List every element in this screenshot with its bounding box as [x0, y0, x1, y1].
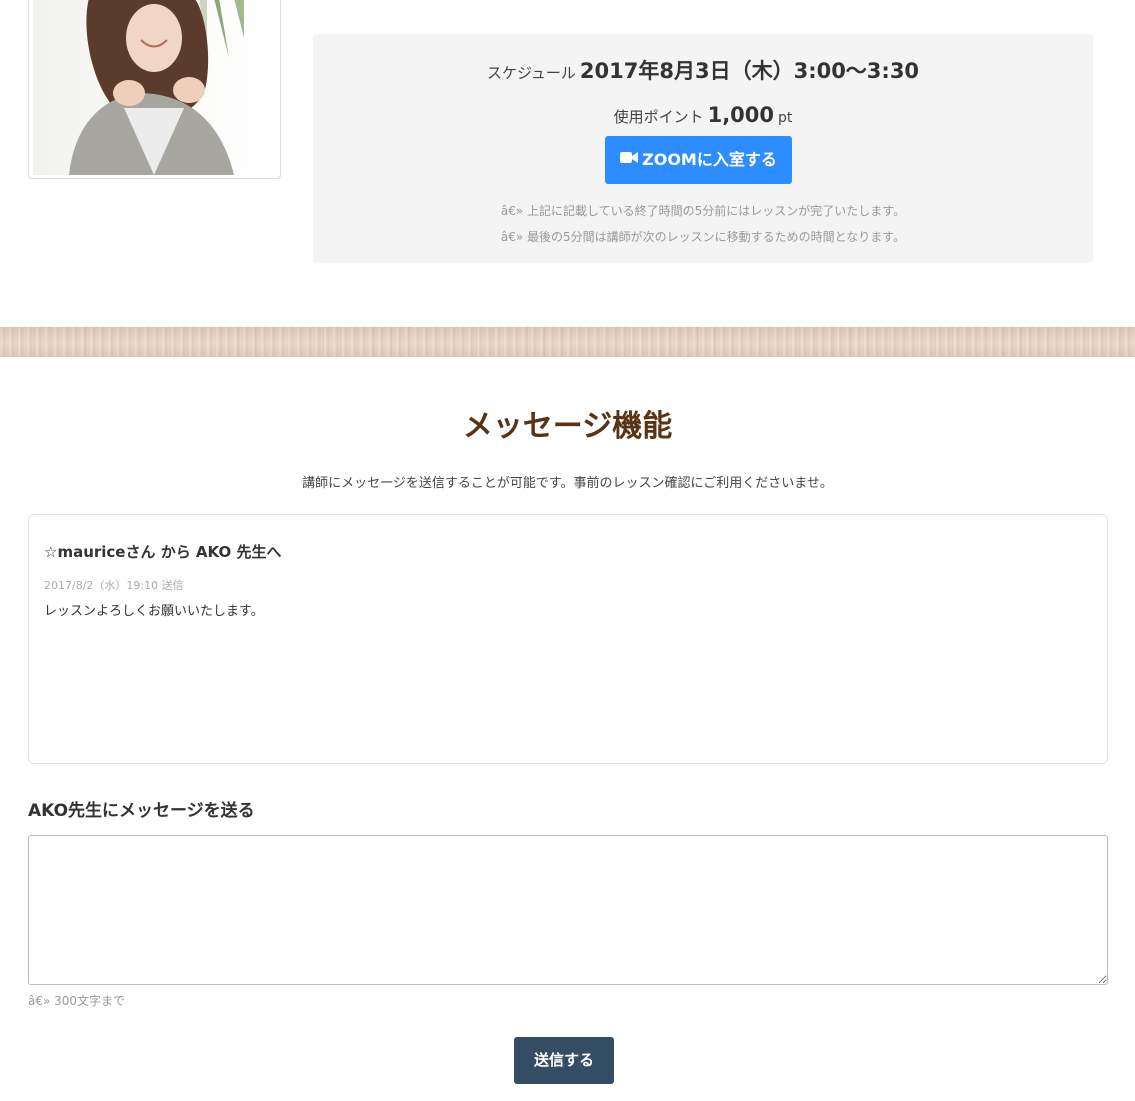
- schedule-line: スケジュール 2017年8月3日（木）3:00〜3:30: [313, 54, 1093, 88]
- lesson-note-2: â€» 最後の5分間は講師が次のレッスンに移動するための時間となります。: [500, 230, 906, 244]
- send-message-heading: AKO先生にメッセージを送る: [28, 801, 255, 821]
- message-history: ☆mauriceさん から AKO 先生へ 2017/8/2（水）19:10 送…: [28, 514, 1108, 764]
- schedule-value: 2017年8月3日（木）3:00〜3:30: [579, 59, 920, 83]
- message-input[interactable]: [28, 835, 1108, 985]
- points-label: 使用ポイント: [613, 108, 704, 126]
- points-line: 使用ポイント 1,000 pt: [313, 100, 1093, 130]
- message-section-title: メッセージ機能: [462, 409, 673, 444]
- message-body: レッスンよろしくお願いいたします。: [44, 604, 264, 619]
- lesson-note-1: â€» 上記に記載している終了時間の5分前にはレッスンが完了いたします。: [500, 204, 906, 218]
- send-message-button[interactable]: 送信する: [514, 1037, 614, 1084]
- zoom-join-label: ZOOMに入室する: [642, 150, 777, 169]
- lesson-section: スケジュール 2017年8月3日（木）3:00〜3:30 使用ポイント 1,000 p…: [0, 0, 1135, 327]
- zoom-join-button[interactable]: ZOOMに入室する: [605, 136, 792, 184]
- wood-divider: [0, 327, 1135, 357]
- schedule-label: スケジュール: [486, 64, 576, 82]
- lesson-info-box: スケジュール 2017年8月3日（木）3:00〜3:30 使用ポイント 1,000 p…: [313, 34, 1093, 263]
- char-limit-note: â€» 300文字まで: [28, 994, 126, 1008]
- teacher-photo: [28, 0, 281, 179]
- video-camera-icon: [620, 135, 639, 183]
- points-unit: pt: [778, 110, 793, 126]
- message-date: 2017/8/2（水）19:10 送信: [44, 579, 184, 592]
- message-header: ☆mauriceさん から AKO 先生へ: [44, 543, 282, 561]
- lesson-notes: â€» 上記に記載している終了時間の5分前にはレッスンが完了いたします。 â€»…: [313, 198, 1093, 250]
- teacher-photo-image: [33, 0, 278, 175]
- points-value: 1,000: [707, 103, 775, 127]
- message-section-description: 講師にメッセージを送信することが可能です。事前のレッスン確認にご利用くださいませ…: [302, 476, 833, 491]
